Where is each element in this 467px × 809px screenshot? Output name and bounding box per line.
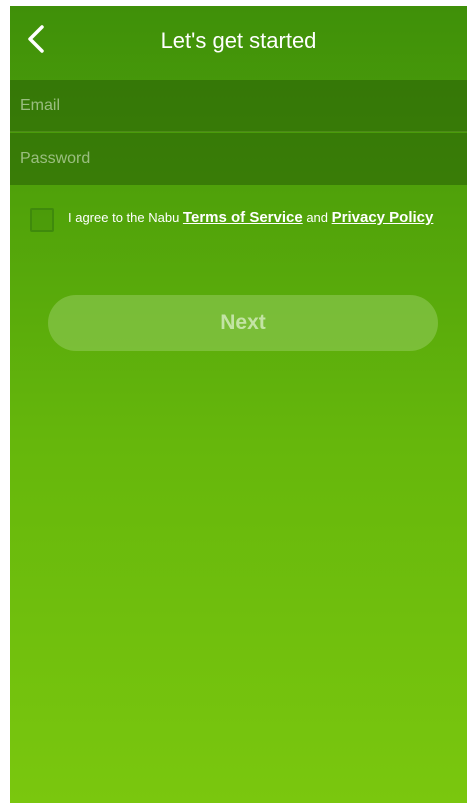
signup-screen: Let's get started I agree to the Nabu Te… [10, 6, 467, 803]
email-field[interactable] [20, 80, 467, 131]
nav-bar: Let's get started [10, 6, 467, 80]
page-title: Let's get started [160, 28, 317, 53]
password-field[interactable] [20, 133, 467, 185]
email-field-container [10, 80, 467, 132]
terms-text: I agree to the Nabu Terms of Service and… [68, 208, 448, 227]
privacy-policy-link[interactable]: Privacy Policy [332, 209, 434, 226]
terms-checkbox[interactable] [30, 208, 54, 232]
terms-prefix: I agree to the Nabu [68, 210, 183, 225]
password-field-container [10, 133, 467, 185]
next-button[interactable]: Next [48, 295, 438, 351]
terms-of-service-link[interactable]: Terms of Service [183, 209, 303, 226]
terms-conjunction: and [302, 210, 332, 225]
